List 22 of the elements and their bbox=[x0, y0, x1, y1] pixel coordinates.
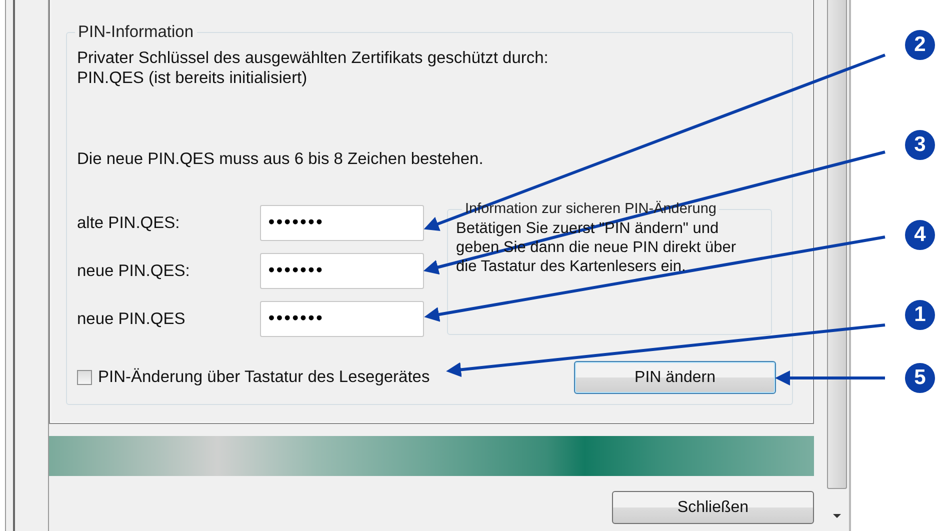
scrollbar-thumb[interactable] bbox=[827, 0, 847, 489]
callout-badge: 4 bbox=[905, 220, 935, 250]
group-title: PIN-Information bbox=[77, 23, 195, 42]
key-info-text: Privater Schlüssel des ausgewählten Zertifikats geschützt durch: bbox=[77, 48, 550, 68]
callout-badge: 5 bbox=[905, 363, 935, 393]
field-label: neue PIN.QES bbox=[77, 310, 186, 328]
callout-badge: 2 bbox=[905, 30, 935, 60]
pin-field[interactable]: ••••••• bbox=[260, 301, 424, 337]
pin-field[interactable]: ••••••• bbox=[260, 205, 424, 241]
scroll-down-icon[interactable] bbox=[833, 514, 841, 518]
field-label: neue PIN.QES: bbox=[77, 262, 191, 280]
field-label: alte PIN.QES: bbox=[77, 214, 181, 232]
pin-status-text: PIN.QES (ist bereits initialisiert) bbox=[77, 68, 308, 88]
checkbox-label: PIN-Änderung über Tastatur des Lesegerätes bbox=[98, 368, 430, 387]
info-text: die Tastatur des Kartenlesers ein. bbox=[456, 257, 687, 276]
callout-badge: 3 bbox=[905, 130, 935, 160]
pin-rule-text: Die neue PIN.QES muss aus 6 bis 8 Zeichen bestehen. bbox=[77, 149, 484, 169]
change-pin-button[interactable]: PIN ändern bbox=[574, 361, 776, 394]
checkbox[interactable] bbox=[77, 370, 92, 385]
close-button[interactable]: Schließen bbox=[612, 491, 814, 524]
callout-badge: 1 bbox=[905, 300, 935, 330]
pin-field[interactable]: ••••••• bbox=[260, 253, 424, 289]
